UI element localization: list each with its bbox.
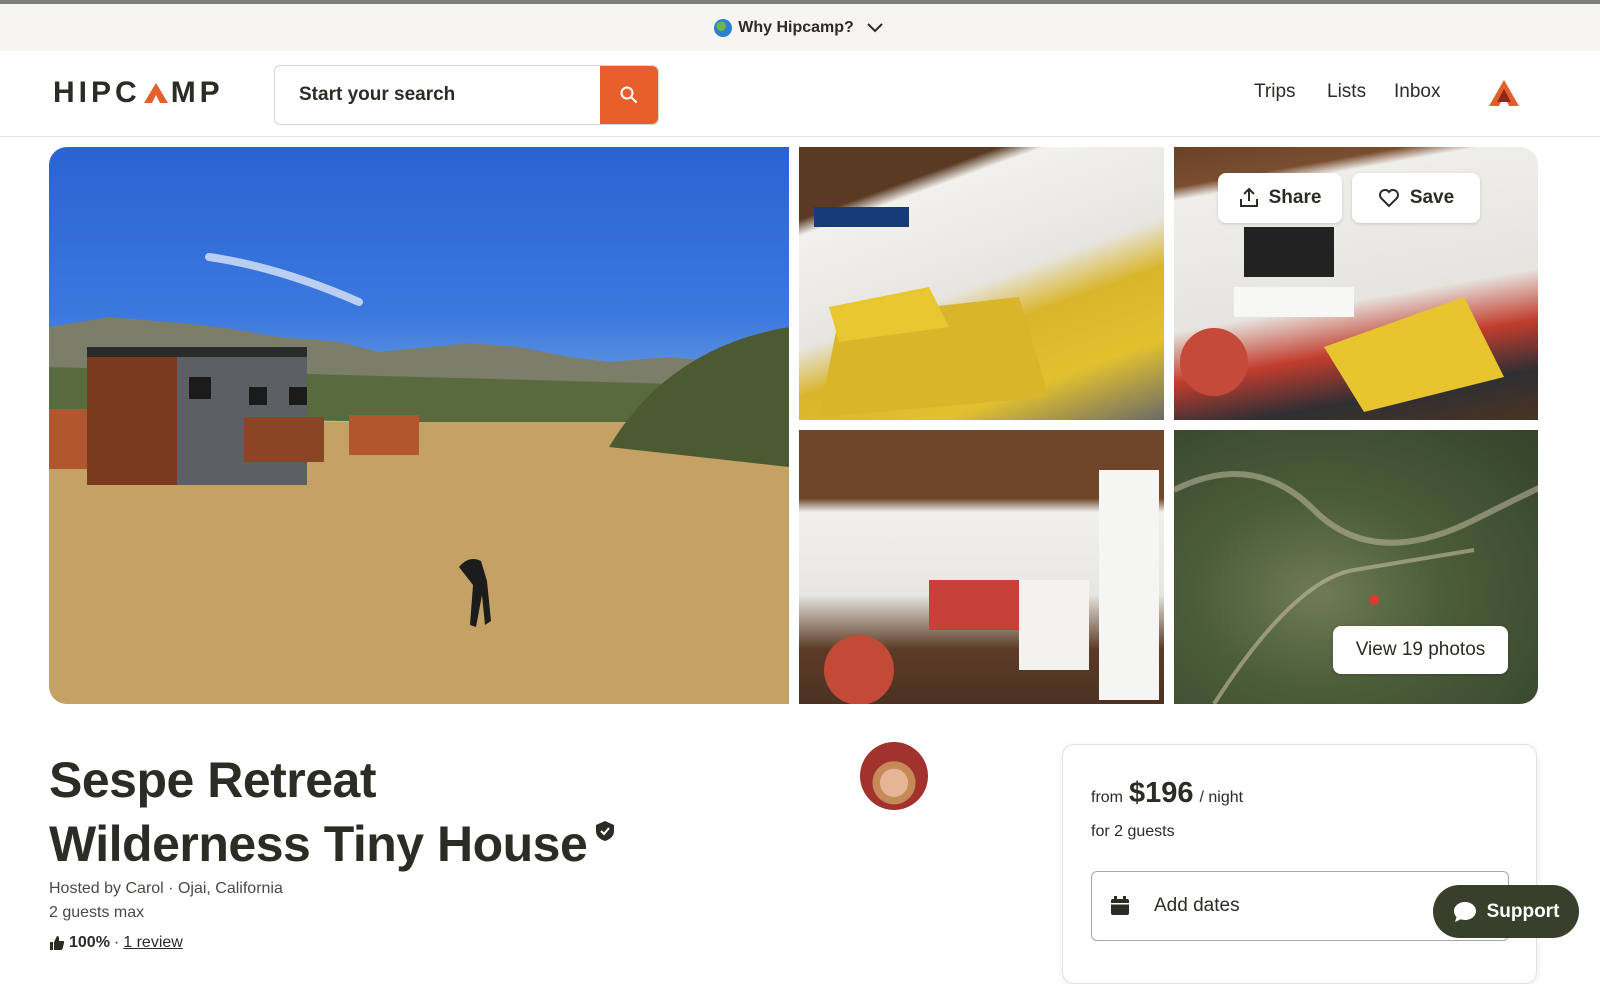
bedroom-image (814, 207, 1049, 417)
thumbs-up-icon (50, 936, 65, 950)
kitchen-photo[interactable] (799, 430, 1164, 704)
logo-text-end: MP (170, 76, 224, 109)
search-icon (620, 86, 638, 104)
share-label: Share (1268, 187, 1322, 208)
nav-inbox[interactable]: Inbox (1394, 81, 1440, 103)
title-line-1: Sespe Retreat (49, 752, 377, 808)
main-photo[interactable] (49, 147, 789, 704)
bedroom-photo[interactable] (799, 147, 1164, 420)
support-button[interactable]: Support (1433, 885, 1579, 938)
photo-gallery: Share Save (49, 147, 1538, 704)
site-header: HIPC MP Start your search Trips Lists In… (0, 51, 1600, 137)
search-bar[interactable]: Start your search (274, 65, 659, 125)
listing-title: Sespe Retreat Wilderness Tiny House (49, 748, 615, 876)
promo-bar[interactable]: Why Hipcamp? (0, 4, 1600, 51)
search-input[interactable]: Start your search (299, 84, 600, 106)
hipcamp-logo[interactable]: HIPC MP (53, 76, 224, 109)
nav-lists[interactable]: Lists (1327, 81, 1366, 103)
support-label: Support (1486, 900, 1560, 922)
logo-text-start: HIPC (53, 76, 141, 109)
verified-badge-icon (596, 821, 615, 841)
rating-summary: 100% · 1 review (49, 934, 183, 952)
nightly-price: $196 (1129, 777, 1194, 809)
promo-label: Why Hipcamp? (738, 18, 854, 36)
save-button[interactable]: Save (1352, 173, 1480, 223)
kitchen-image (824, 470, 1159, 704)
heart-icon (1378, 189, 1399, 208)
host-avatar[interactable] (860, 742, 928, 810)
host-location: Hosted by Carol · Ojai, California (49, 880, 283, 897)
title-line-2: Wilderness Tiny House (49, 816, 588, 872)
booking-card: from $196 / night for 2 guests Add dates (1062, 744, 1537, 984)
price-from-label: from (1091, 789, 1123, 806)
search-button[interactable] (600, 66, 658, 124)
calendar-icon (1111, 896, 1129, 915)
nav-trips[interactable]: Trips (1254, 81, 1296, 103)
price-guests-label: for 2 guests (1091, 823, 1175, 840)
add-dates-label: Add dates (1154, 895, 1240, 916)
share-icon (1239, 188, 1258, 207)
logo-tent-icon (143, 83, 168, 103)
chat-bubble-icon (1453, 901, 1476, 922)
view-all-photos-button[interactable]: View 19 photos (1333, 626, 1508, 674)
price-row: from $196 / night (1091, 777, 1243, 810)
guests-max: 2 guests max (49, 904, 145, 921)
share-button[interactable]: Share (1218, 173, 1342, 223)
profile-avatar-icon[interactable] (1488, 79, 1520, 107)
tiny-house-landscape-image (49, 253, 789, 704)
save-label: Save (1409, 187, 1455, 208)
rating-percent: 100% (69, 934, 110, 951)
rating-separator: · (113, 934, 120, 951)
globe-icon (714, 18, 733, 37)
price-per-label: / night (1199, 789, 1244, 806)
reviews-link[interactable]: 1 review (123, 934, 183, 952)
chevron-down-icon (867, 22, 883, 32)
